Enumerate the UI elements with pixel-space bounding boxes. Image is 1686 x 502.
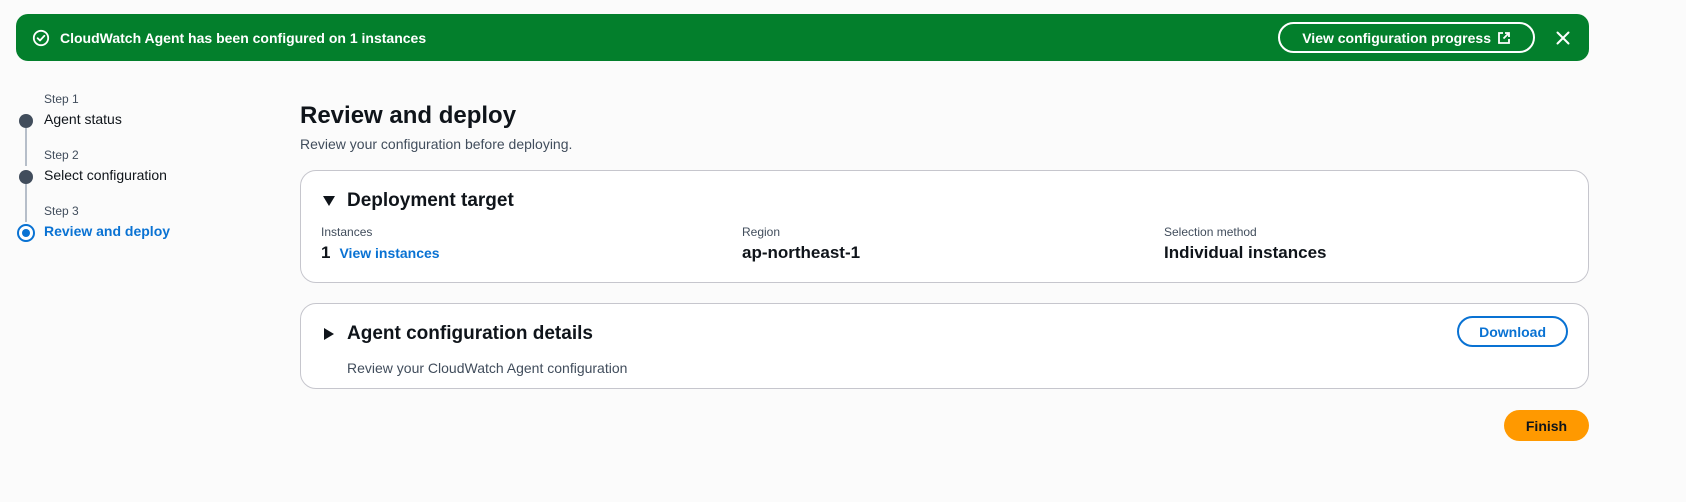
view-instances-link[interactable]: View instances xyxy=(339,242,439,264)
finish-button[interactable]: Finish xyxy=(1504,410,1589,441)
caret-right-icon[interactable] xyxy=(321,326,337,342)
download-button[interactable]: Download xyxy=(1457,316,1568,347)
page-description: Review your configuration before deployi… xyxy=(300,136,573,152)
instances-field: Instances 1 View instances xyxy=(321,224,440,264)
caret-down-icon[interactable] xyxy=(321,193,337,209)
agent-configuration-description: Review your CloudWatch Agent configurati… xyxy=(347,360,628,376)
deployment-target-panel: Deployment target Instances 1 View insta… xyxy=(300,170,1589,283)
region-value: ap-northeast-1 xyxy=(742,243,861,262)
step-complete-dot xyxy=(19,114,33,128)
deployment-target-header[interactable]: Deployment target xyxy=(321,189,514,213)
view-configuration-progress-button[interactable]: View configuration progress xyxy=(1278,22,1535,53)
step-review-and-deploy: Step 3 Review and deploy xyxy=(16,204,256,260)
region-field: Region ap-northeast-1 xyxy=(742,224,860,264)
step-select-configuration[interactable]: Step 2 Select configuration xyxy=(16,148,256,222)
selection-method-field: Selection method Individual instances xyxy=(1164,224,1327,264)
step-complete-dot xyxy=(19,170,33,184)
deployment-target-title: Deployment target xyxy=(347,190,514,211)
step-number: Step 1 xyxy=(44,92,79,106)
external-link-icon xyxy=(1497,31,1511,45)
view-configuration-progress-label: View configuration progress xyxy=(1302,29,1491,46)
step-agent-status[interactable]: Step 1 Agent status xyxy=(16,92,256,166)
step-title: Agent status xyxy=(44,111,122,127)
agent-configuration-title: Agent configuration details xyxy=(347,323,593,344)
selection-method-label: Selection method xyxy=(1164,225,1257,239)
close-icon[interactable] xyxy=(1553,28,1573,48)
step-number: Step 2 xyxy=(44,148,79,162)
instances-label: Instances xyxy=(321,225,373,239)
agent-configuration-panel: Agent configuration details Review your … xyxy=(300,303,1589,389)
region-label: Region xyxy=(742,225,781,239)
step-title: Review and deploy xyxy=(44,223,171,239)
step-active-dot xyxy=(17,224,35,242)
step-title: Select configuration xyxy=(44,167,167,183)
flash-message: CloudWatch Agent has been configured on … xyxy=(60,29,427,46)
success-flash-banner: CloudWatch Agent has been configured on … xyxy=(16,14,1589,61)
agent-configuration-header[interactable]: Agent configuration details xyxy=(321,322,593,346)
success-circle-icon xyxy=(32,29,50,47)
wizard-steps-navigation: Step 1 Agent status Step 2 Select config… xyxy=(16,92,256,260)
step-number: Step 3 xyxy=(44,204,79,218)
page-title: Review and deploy xyxy=(300,102,517,129)
selection-method-value: Individual instances xyxy=(1164,243,1327,262)
instances-count: 1 xyxy=(321,243,331,262)
main-content: Review and deploy Review your configurat… xyxy=(300,100,1589,389)
